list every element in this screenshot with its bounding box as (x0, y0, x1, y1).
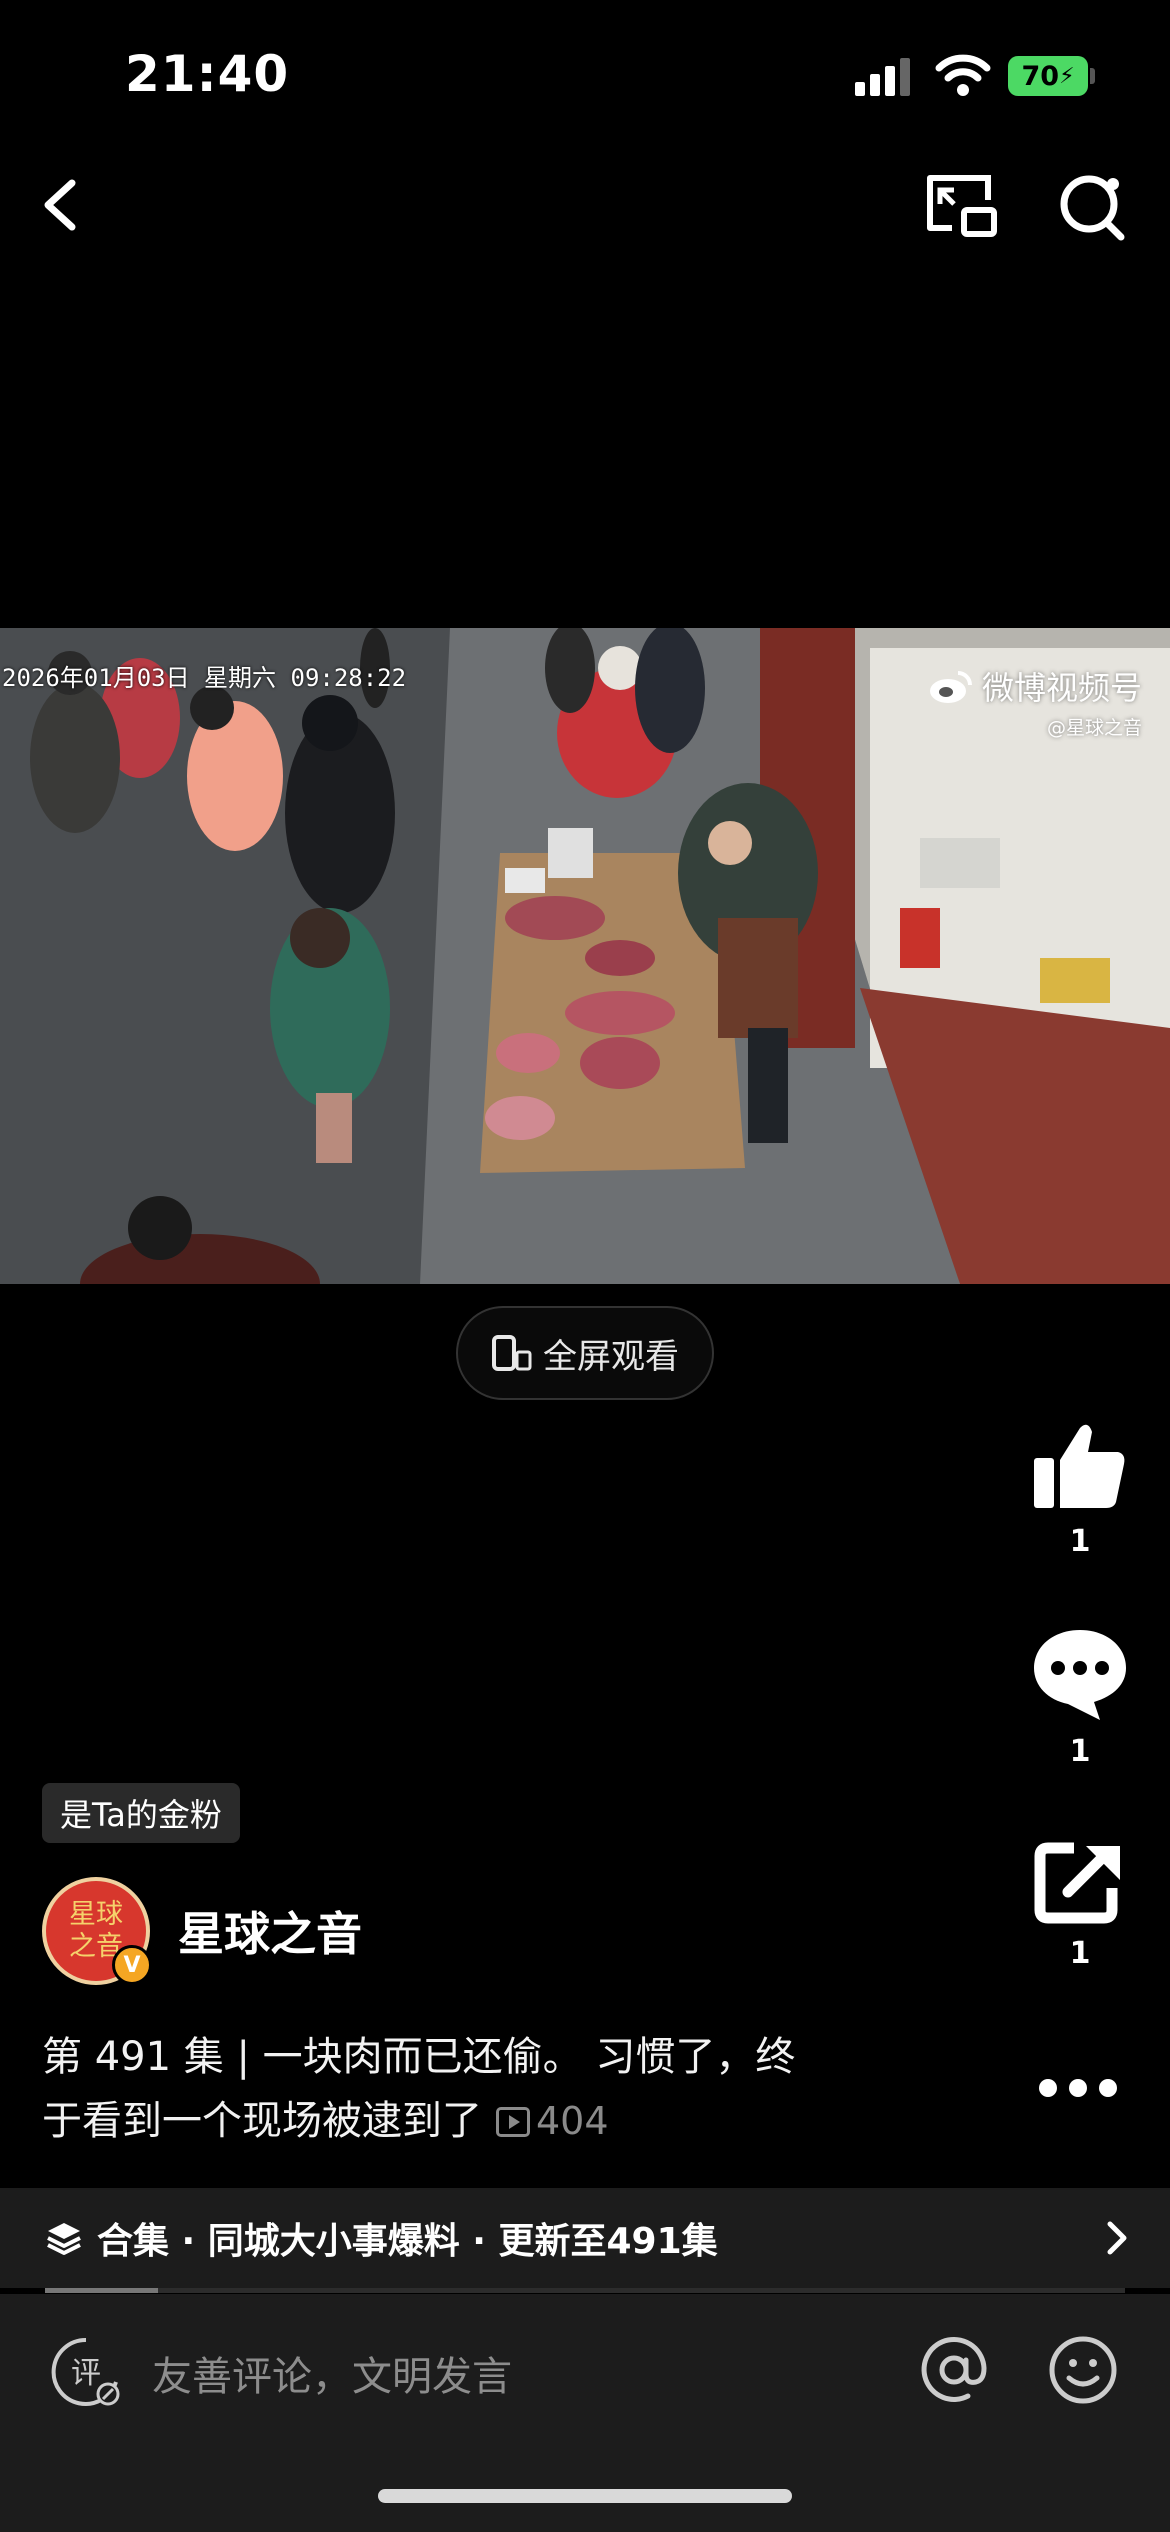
video-player[interactable]: 2026年01月03日 星期六 09:28:22 微博视频号 @星球之音 (0, 628, 1170, 1284)
avatar[interactable]: 星球 之音 V (42, 1877, 152, 1985)
watermark-handle: @星球之音 (1046, 717, 1142, 739)
fullscreen-button[interactable]: 全屏观看 (456, 1306, 714, 1400)
author-row[interactable]: 星球 之音 V 星球之音 (42, 1877, 362, 1985)
home-indicator[interactable] (378, 2489, 792, 2503)
desc-line-2: 于看到一个现场被逮到了 404 (42, 2089, 902, 2153)
play-count-value: 404 (536, 2099, 609, 2143)
more-icon[interactable] (1036, 2076, 1120, 2100)
weibo-logo-icon (929, 671, 972, 703)
back-icon[interactable] (30, 165, 90, 245)
cellular-signal-icon (855, 58, 911, 96)
collection-icon (47, 2223, 81, 2255)
verified-badge-icon: V (112, 1945, 152, 1985)
collection-label: 合集 · 同城大小事爆料 · 更新至491集 (97, 2221, 718, 2262)
comment-count: 1 (1069, 1734, 1091, 1769)
write-comment-icon[interactable]: 评 (50, 2336, 122, 2408)
comment-input[interactable]: 友善评论，文明发言 (152, 2344, 512, 2402)
charging-icon: ⚡ (1059, 63, 1075, 89)
wifi-icon (935, 54, 991, 96)
like-button[interactable]: 1 (1025, 1420, 1135, 1559)
desc-line-1: 第 491 集 | 一块肉而已还偷。 习惯了，终 (42, 2034, 796, 2080)
emoji-icon[interactable] (1047, 2334, 1119, 2406)
play-count-icon (496, 2107, 530, 2137)
comment-bar: 评 友善评论，文明发言 (0, 2294, 1170, 2532)
battery-indicator: 70 ⚡ (1008, 56, 1088, 96)
share-count: 1 (1069, 1936, 1091, 1971)
author-name[interactable]: 星球之音 (178, 1898, 362, 1964)
chevron-right-icon (1107, 2221, 1127, 2255)
share-button[interactable]: 1 (1025, 1840, 1135, 1971)
fan-tag[interactable]: 是Ta的金粉 (42, 1783, 240, 1843)
desc-line-2-text: 于看到一个现场被逮到了 (42, 2098, 482, 2144)
like-count: 1 (1069, 1524, 1091, 1559)
battery-level: 70 (1021, 60, 1060, 92)
comment-icon-glyph: 评 (71, 2356, 101, 2391)
collection-bar[interactable]: 合集 · 同城大小事爆料 · 更新至491集 (0, 2188, 1170, 2288)
play-count: 404 (482, 2099, 609, 2143)
collection-progress (45, 2288, 1125, 2293)
at-icon[interactable] (918, 2334, 990, 2406)
rotate-phone-icon (492, 1335, 532, 1371)
avatar-text-line1: 星球 (69, 1899, 123, 1930)
watermark-text: 微博视频号 (981, 669, 1142, 707)
status-time: 21:40 (125, 45, 290, 103)
comment-button[interactable]: 1 (1025, 1626, 1135, 1769)
collection-progress-fill (45, 2288, 159, 2293)
video-timestamp: 2026年01月03日 星期六 09:28:22 (2, 664, 407, 692)
fullscreen-label: 全屏观看 (543, 1336, 679, 1377)
watermark: 微博视频号 @星球之音 (928, 663, 1142, 740)
status-bar: 21:40 70 ⚡ (0, 0, 1170, 150)
pip-icon[interactable] (922, 170, 1002, 240)
comment-icon (1034, 1630, 1126, 1720)
like-icon (1034, 1424, 1125, 1508)
battery-tip (1090, 68, 1095, 84)
search-icon[interactable] (1055, 168, 1130, 243)
post-description: 第 491 集 | 一块肉而已还偷。 习惯了，终 于看到一个现场被逮到了 404 (42, 2025, 902, 2153)
share-icon (1034, 1842, 1120, 1924)
